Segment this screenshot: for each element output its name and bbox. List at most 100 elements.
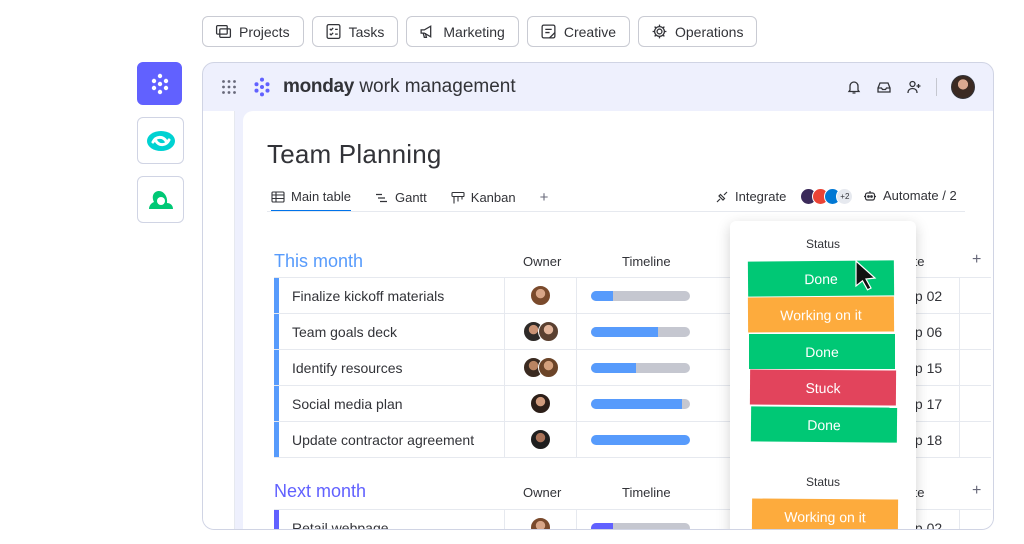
status-label[interactable]: Done — [750, 406, 898, 443]
top-icons — [846, 75, 975, 99]
status-label[interactable]: Working on it — [751, 498, 899, 529]
kanban-icon — [451, 191, 465, 203]
monday-dots-icon — [151, 73, 168, 94]
add-view-label: + — [539, 189, 549, 206]
owner-cell[interactable] — [505, 350, 577, 385]
group-title-this-month[interactable]: This month — [274, 251, 363, 272]
column-owner[interactable]: Owner — [523, 485, 561, 500]
tabs-divider — [267, 211, 965, 212]
category-label: Tasks — [348, 23, 385, 40]
timeline-fill — [591, 290, 613, 301]
timeline-fill — [591, 434, 690, 445]
column-timeline[interactable]: Timeline — [622, 485, 671, 500]
owner-cell[interactable] — [505, 314, 577, 349]
integrate-icon — [716, 191, 728, 202]
status-column-header[interactable]: Status — [730, 475, 916, 489]
integration-logos: +2 — [800, 188, 854, 205]
timeline-bar — [591, 326, 690, 337]
status-label[interactable]: Working on it — [747, 296, 895, 333]
projects-icon — [215, 25, 232, 38]
brand-name: monday — [283, 76, 355, 97]
add-view-button[interactable]: + — [540, 189, 549, 212]
item-name[interactable]: Identify resources — [279, 350, 505, 385]
add-column-button[interactable]: + — [972, 482, 981, 500]
creative-icon — [541, 24, 556, 39]
rail-loop-app[interactable] — [137, 176, 184, 223]
automate-label: Automate / 2 — [883, 188, 957, 203]
megaphone-icon — [420, 25, 432, 38]
category-projects[interactable]: Projects — [202, 16, 304, 47]
invite-user-icon[interactable] — [906, 79, 922, 95]
left-panel-strip — [203, 111, 235, 529]
brand-logo[interactable]: monday work management — [251, 76, 516, 98]
category-label: Creative — [563, 23, 616, 40]
tab-gantt[interactable]: Gantt — [375, 190, 427, 211]
category-bar: Projects Tasks Marketing Creative Operat… — [202, 16, 758, 47]
owner-cell[interactable] — [505, 386, 577, 421]
category-operations[interactable]: Operations — [637, 16, 758, 47]
rail-monday-app[interactable] — [137, 62, 182, 105]
inbox-icon[interactable] — [876, 79, 892, 95]
tab-main-table[interactable]: Main table — [271, 189, 351, 212]
column-timeline[interactable]: Timeline — [622, 254, 671, 269]
gear-icon — [652, 24, 667, 39]
brand-product: work management — [359, 76, 516, 97]
timeline-bar — [591, 434, 690, 445]
status-label[interactable]: Done — [749, 334, 895, 369]
owner-cell[interactable] — [505, 422, 577, 457]
app-window: monday work management Team Planning Mai… — [202, 62, 994, 530]
group-title-next-month[interactable]: Next month — [274, 481, 366, 502]
sync-logo-icon — [146, 130, 175, 151]
item-name[interactable]: Retail webpage — [279, 510, 505, 529]
category-marketing[interactable]: Marketing — [406, 16, 519, 47]
status-column-header[interactable]: Status — [730, 237, 916, 251]
mouse-pointer-icon — [855, 259, 877, 291]
tab-label: Main table — [291, 189, 351, 204]
board-content: Team Planning Main table Gantt Kanban + … — [243, 111, 993, 529]
app-grid-icon[interactable] — [221, 79, 237, 95]
timeline-cell[interactable] — [577, 350, 690, 385]
user-avatar[interactable] — [951, 75, 975, 99]
status-column-overlay: Status Done Working on it Done Stuck Don… — [730, 221, 916, 529]
timeline-bar — [591, 290, 690, 301]
bell-icon[interactable] — [846, 79, 862, 95]
gantt-icon — [375, 193, 387, 202]
item-name[interactable]: Finalize kickoff materials — [279, 278, 505, 313]
status-label[interactable]: Stuck — [749, 369, 897, 406]
avatar — [537, 321, 559, 342]
timeline-cell[interactable] — [577, 314, 690, 349]
robot-icon — [864, 190, 876, 201]
avatar — [537, 357, 559, 378]
integrate-label: Integrate — [735, 189, 787, 204]
tab-kanban[interactable]: Kanban — [451, 190, 516, 211]
owner-cell[interactable] — [505, 278, 577, 313]
automate-button[interactable]: Automate / 2 — [863, 188, 957, 203]
timeline-fill — [591, 398, 683, 409]
owner-cell[interactable] — [505, 510, 577, 529]
integrate-button[interactable]: Integrate +2 — [715, 188, 854, 205]
item-name[interactable]: Update contractor agreement — [279, 422, 505, 457]
rail-sync-app[interactable] — [137, 117, 184, 164]
column-owner[interactable]: Owner — [523, 254, 561, 269]
top-bar: monday work management — [203, 63, 993, 111]
timeline-cell[interactable] — [577, 278, 690, 313]
more-integrations-badge: +2 — [836, 188, 854, 205]
timeline-cell[interactable] — [577, 386, 690, 421]
item-name[interactable]: Social media plan — [279, 386, 505, 421]
category-label: Marketing — [443, 23, 505, 40]
page-title: Team Planning — [267, 139, 442, 169]
app-rail — [137, 62, 184, 223]
avatar — [530, 393, 551, 414]
category-tasks[interactable]: Tasks — [311, 16, 399, 47]
timeline-cell[interactable] — [577, 510, 690, 529]
add-column-button[interactable]: + — [972, 251, 981, 269]
avatar — [530, 285, 551, 306]
table-icon — [271, 190, 285, 203]
timeline-fill — [591, 362, 636, 373]
timeline-cell[interactable] — [577, 422, 690, 457]
category-creative[interactable]: Creative — [526, 16, 630, 47]
category-label: Operations — [674, 23, 744, 40]
avatar — [530, 429, 551, 450]
item-name[interactable]: Team goals deck — [279, 314, 505, 349]
view-tabs: Main table Gantt Kanban + — [271, 189, 548, 212]
